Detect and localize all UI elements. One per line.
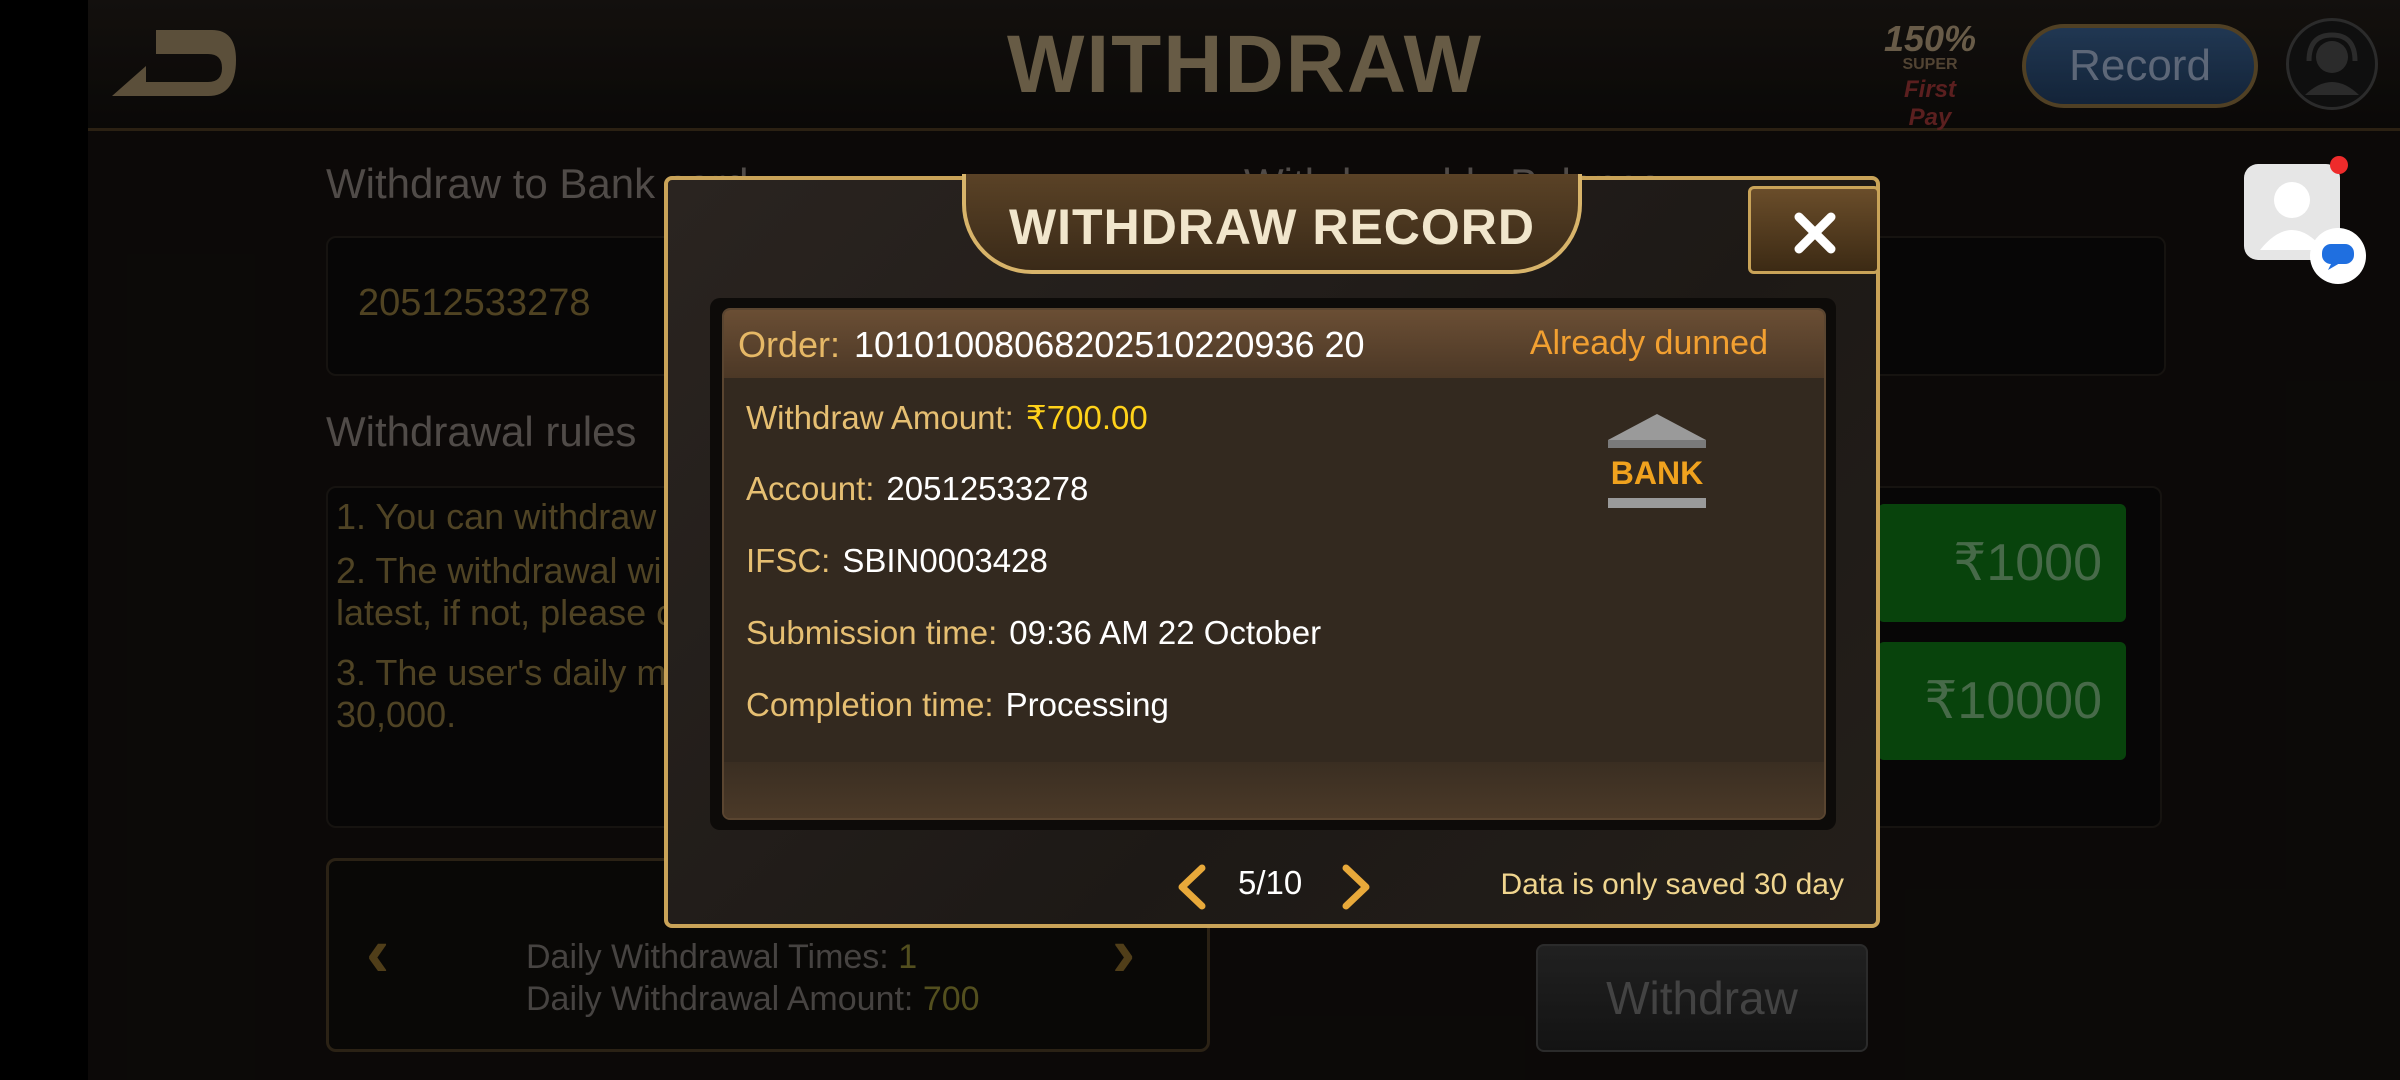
notification-dot — [2330, 156, 2348, 174]
pager-indicator: 5/10 — [1238, 864, 1303, 901]
close-button[interactable] — [1748, 186, 1880, 274]
account-row: Account: 20512533278 — [746, 470, 1088, 508]
chat-bubble-icon[interactable] — [2310, 228, 2366, 284]
bank-icon: BANK — [1608, 414, 1706, 508]
pager-next-icon[interactable] — [1336, 862, 1376, 912]
completion-time-row: Completion time: Processing — [746, 686, 1169, 724]
account-value: 20512533278 — [886, 470, 1089, 507]
record-card-header: Order: 10101008068202510220936 20 Alread… — [724, 310, 1824, 378]
modal-title: WITHDRAW RECORD — [1008, 199, 1536, 255]
close-icon — [1794, 212, 1836, 254]
submission-value: 09:36 AM 22 October — [1009, 614, 1322, 651]
amount-label: Withdraw Amount: — [746, 399, 1014, 436]
pager-prev-icon[interactable] — [1172, 862, 1212, 912]
bank-icon-text: BANK — [1611, 455, 1703, 491]
completion-label: Completion time: — [746, 686, 994, 723]
record-card: Order: 10101008068202510220936 20 Alread… — [722, 308, 1826, 820]
account-label: Account: — [746, 470, 875, 507]
order-label: Order: — [738, 324, 841, 365]
ifsc-value: SBIN0003428 — [842, 542, 1048, 579]
order-number: 10101008068202510220936 20 — [854, 324, 1365, 365]
withdraw-amount-row: Withdraw Amount: ₹700.00 — [746, 398, 1148, 437]
submission-time-row: Submission time: 09:36 AM 22 October — [746, 614, 1321, 652]
ifsc-row: IFSC: SBIN0003428 — [746, 542, 1048, 580]
ifsc-label: IFSC: — [746, 542, 831, 579]
order-status: Already dunned — [1529, 324, 1768, 362]
retention-note: Data is only saved 30 day — [1500, 868, 1844, 901]
submission-label: Submission time: — [746, 614, 998, 651]
record-card-footer — [724, 762, 1824, 818]
amount-value: ₹700.00 — [1025, 399, 1148, 436]
withdraw-record-modal: WITHDRAW RECORD Order: 10101008068202510… — [664, 174, 1880, 928]
completion-value: Processing — [1005, 686, 1169, 723]
